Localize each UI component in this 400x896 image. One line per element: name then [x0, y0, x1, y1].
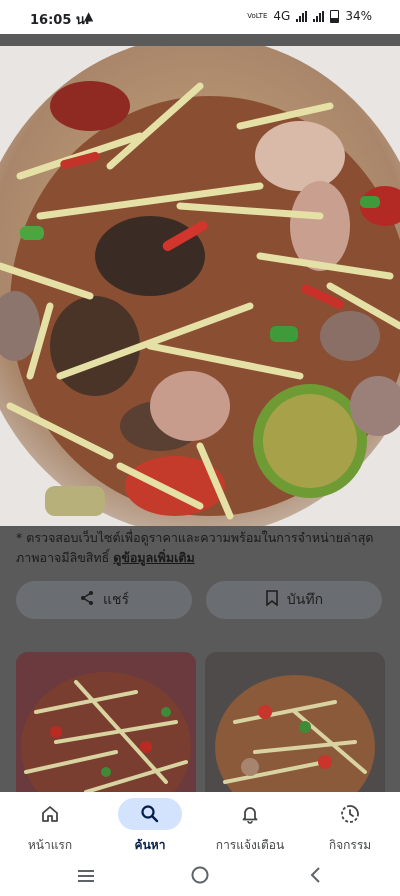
nav-notifications[interactable]: การแจ้งเตือน: [200, 792, 300, 856]
home-button-icon[interactable]: [190, 865, 210, 889]
nav-notifications-label: การแจ้งเตือน: [215, 838, 285, 852]
search-icon: [118, 798, 182, 830]
nav-home[interactable]: หน้าแรก: [0, 792, 100, 856]
bottom-nav: หน้าแรก ค้นหา การแจ้งเตือน กิจกรรม: [0, 792, 400, 856]
nav-home-label: หน้าแรก: [27, 838, 73, 852]
share-label: แชร์: [102, 592, 130, 608]
battery-level: 34%: [345, 9, 372, 23]
hero-image[interactable]: [0, 46, 400, 526]
thumb-photo: [205, 652, 385, 792]
activity-icon: [318, 798, 382, 830]
related-image-thumb[interactable]: [16, 652, 196, 792]
related-image-thumb[interactable]: [205, 652, 385, 792]
back-icon[interactable]: [308, 866, 322, 888]
bookmark-icon: [265, 590, 279, 610]
save-label: บันทึก: [286, 592, 324, 608]
home-icon: [18, 798, 82, 830]
more-info-link[interactable]: ดูข้อมูลเพิ่มเติม: [113, 550, 194, 565]
som-tam-photo: [0, 46, 400, 526]
status-icons: VoLTE 4G 34%: [247, 9, 372, 23]
bell-icon: [218, 798, 282, 830]
warning-icon: ▲: [84, 9, 94, 23]
nav-search[interactable]: ค้นหา: [100, 792, 200, 856]
signal-icon: [296, 10, 308, 22]
signal-icon: [313, 10, 325, 22]
thumb-photo: [16, 652, 196, 792]
volte-label: VoLTE: [247, 11, 268, 20]
network-label: 4G: [273, 9, 291, 23]
status-time: 16:05 น.: [30, 13, 90, 28]
nav-activity[interactable]: กิจกรรม: [300, 792, 400, 856]
system-nav-bar: [0, 856, 400, 896]
status-bar: 16:05 น. ▲ VoLTE 4G 34%: [0, 0, 400, 34]
share-icon: [79, 590, 95, 610]
nav-search-label: ค้นหา: [134, 838, 166, 852]
save-button[interactable]: บันทึก: [206, 581, 382, 619]
image-viewer-overlay[interactable]: * ตรวจสอบเว็บไซต์เพื่อดูราคาและความพร้อม…: [0, 34, 400, 792]
recents-icon[interactable]: [76, 868, 96, 888]
battery-icon: [330, 9, 340, 23]
share-button[interactable]: แชร์: [16, 581, 192, 619]
nav-activity-label: กิจกรรม: [328, 838, 372, 852]
image-disclaimer: * ตรวจสอบเว็บไซต์เพื่อดูราคาและความพร้อม…: [16, 528, 386, 568]
